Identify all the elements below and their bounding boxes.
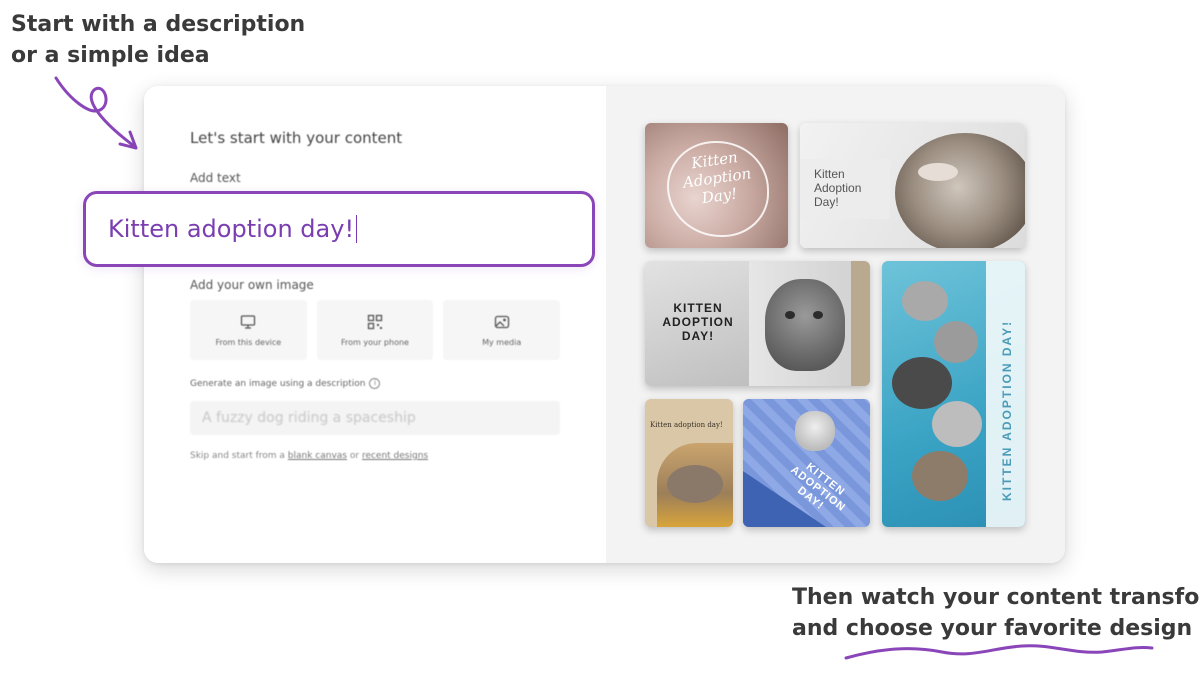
- text-caret: [356, 215, 358, 243]
- tile4-title: Kitten adoption day!: [650, 421, 723, 429]
- text-input-value: Kitten adoption day!: [108, 215, 355, 243]
- form-heading: Let's start with your content: [190, 129, 403, 147]
- callout-start-line2: or a simple idea: [11, 43, 210, 68]
- from-device-label: From this device: [215, 337, 282, 347]
- tile3-line2: ADOPTION: [662, 315, 734, 329]
- tile2-line2: Adoption: [814, 181, 862, 195]
- add-text-input[interactable]: Kitten adoption day!: [83, 191, 595, 267]
- info-icon[interactable]: i: [369, 378, 381, 389]
- callout-start-line1: Start with a description: [11, 12, 306, 37]
- add-text-label: Add text: [190, 171, 241, 185]
- blank-canvas-link[interactable]: blank canvas: [288, 451, 347, 461]
- skip-or: or: [347, 451, 362, 461]
- generate-image-label: Generate an image using a description: [190, 378, 366, 389]
- design-tile-script[interactable]: Kitten Adoption Day!: [645, 123, 788, 248]
- upload-options: From this device From your phone My medi…: [190, 300, 561, 360]
- generate-image-label-row: Generate an image using a description i: [190, 378, 381, 389]
- design-tile-sleeping-kitten[interactable]: Kitten Adoption Day!: [800, 123, 1025, 248]
- callout-start: Start with a description or a simple ide…: [11, 9, 331, 71]
- callout-transform-line1: Then watch your content transform: [792, 585, 1200, 610]
- design-tile-tan-poster[interactable]: Kitten adoption day!: [645, 399, 733, 527]
- skip-prefix: Skip and start from a: [190, 451, 288, 461]
- squiggle-underline-icon: [844, 644, 1154, 660]
- from-phone-label: From your phone: [341, 337, 409, 347]
- tile2-line3: Day!: [814, 195, 839, 209]
- tile3-line1: KITTEN: [673, 301, 723, 315]
- image-description-input[interactable]: [190, 401, 560, 435]
- hand-drawn-arrow-icon: [54, 76, 138, 150]
- from-device-button[interactable]: From this device: [190, 300, 307, 360]
- design-tile-blue-blanket[interactable]: KITTEN ADOPTION DAY!: [743, 399, 870, 527]
- callout-transform: Then watch your content transform and ch…: [792, 582, 1200, 644]
- tile2-title: Kitten Adoption Day!: [814, 167, 861, 209]
- tile3-title: KITTEN ADOPTION DAY!: [653, 301, 743, 343]
- add-image-label: Add your own image: [190, 278, 314, 292]
- content-form-panel: Let's start with your content Add text A…: [144, 86, 606, 563]
- my-media-label: My media: [482, 337, 522, 347]
- image-icon: [494, 315, 509, 328]
- design-tile-grey-kitten[interactable]: KITTEN ADOPTION DAY!: [645, 261, 870, 386]
- my-media-button[interactable]: My media: [443, 300, 561, 360]
- tile6-title: KITTEN ADOPTION DAY!: [1000, 319, 1014, 501]
- qr-code-icon: [367, 314, 383, 329]
- from-phone-button[interactable]: From your phone: [316, 300, 434, 360]
- tile2-line1: Kitten: [814, 167, 845, 181]
- design-suggestions-panel: Kitten Adoption Day! Kitten Adoption Day…: [606, 86, 1065, 563]
- create-design-card: Let's start with your content Add text A…: [144, 86, 1065, 563]
- skip-line: Skip and start from a blank canvas or re…: [190, 451, 428, 461]
- recent-designs-link[interactable]: recent designs: [362, 451, 428, 461]
- tile3-line3: DAY!: [681, 329, 715, 343]
- design-tile-tall-kittens[interactable]: KITTEN ADOPTION DAY!: [882, 261, 1025, 527]
- monitor-icon: [241, 314, 256, 329]
